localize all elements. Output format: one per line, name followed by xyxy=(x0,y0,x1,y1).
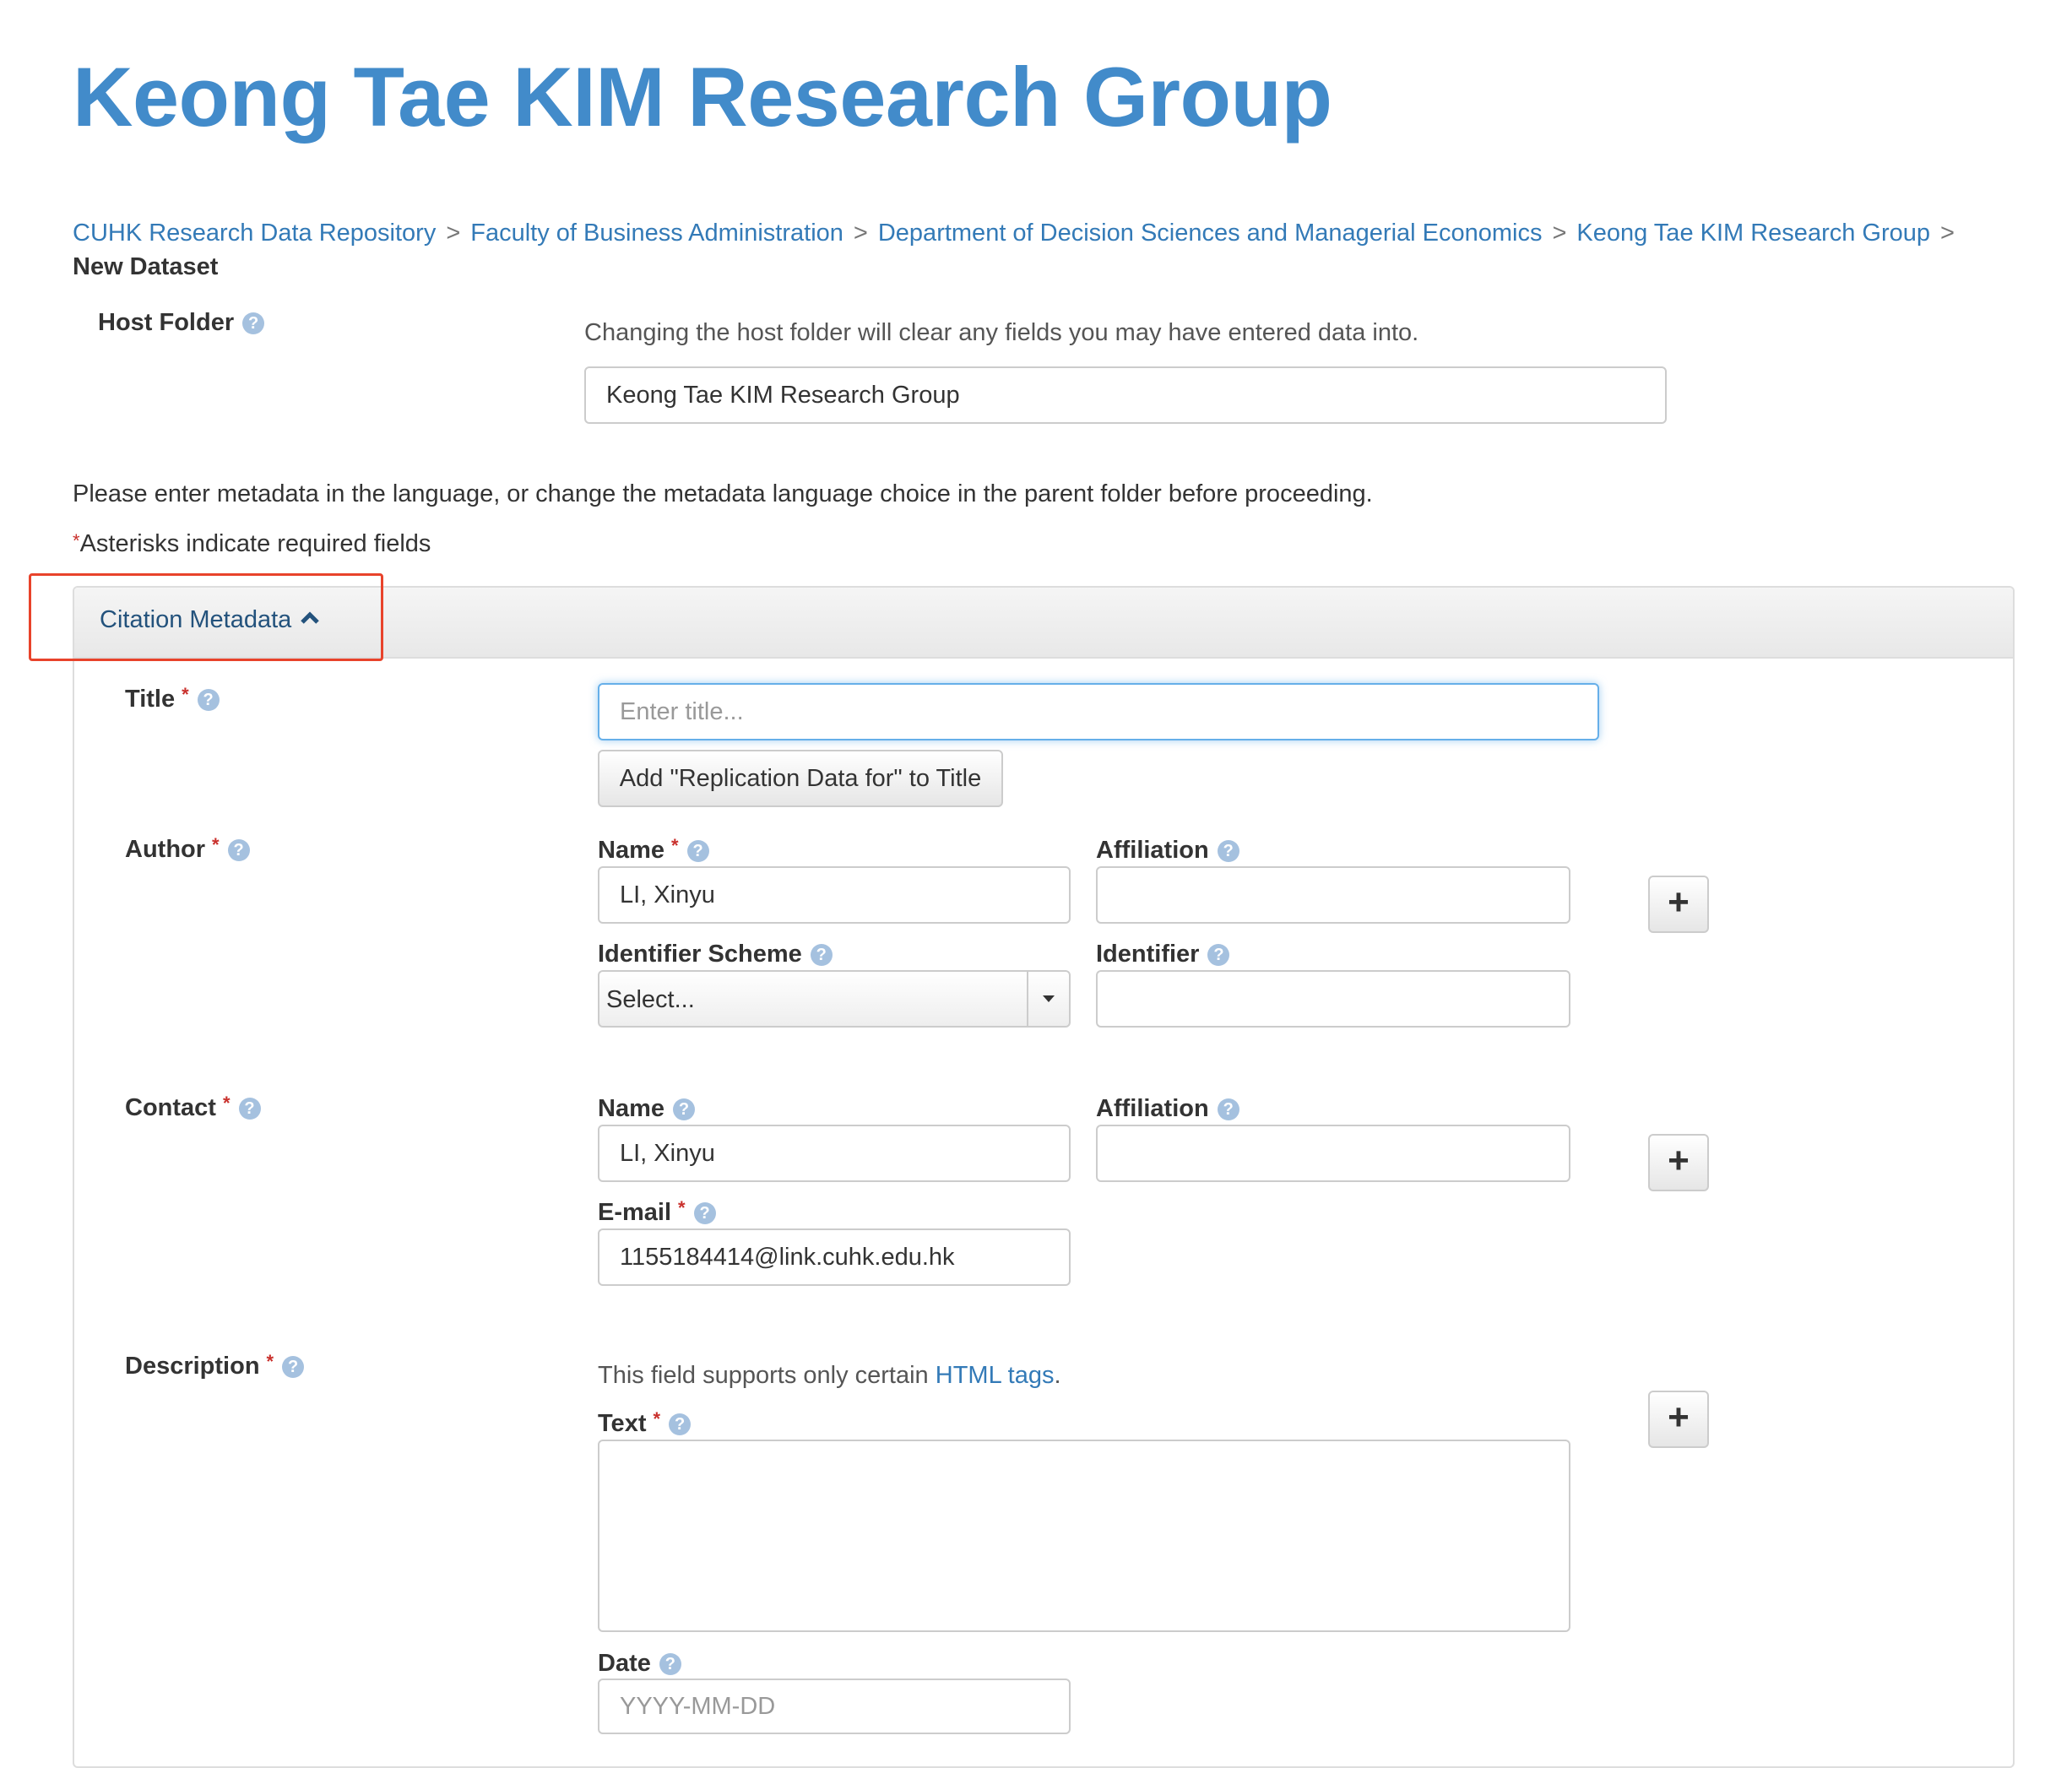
help-icon[interactable]: ? xyxy=(669,1413,692,1435)
help-icon[interactable]: ? xyxy=(227,839,250,861)
host-folder-hint: Changing the host folder will clear any … xyxy=(584,319,1419,346)
title-input[interactable] xyxy=(598,683,1599,740)
help-icon[interactable]: ? xyxy=(282,1356,305,1378)
description-text-area[interactable] xyxy=(598,1440,1570,1632)
description-text-label-text: Text xyxy=(598,1410,647,1437)
brand-title[interactable]: Keong Tae KIM Research Group xyxy=(73,49,1332,145)
required-asterisk: * xyxy=(266,1351,274,1372)
plus-icon: + xyxy=(1668,1140,1690,1181)
author-affiliation-input[interactable] xyxy=(1096,866,1570,924)
breadcrumb-separator: > xyxy=(1940,220,1955,247)
breadcrumb-link-department[interactable]: Department of Decision Sciences and Mana… xyxy=(878,220,1543,247)
description-hint-suffix: . xyxy=(1054,1362,1061,1389)
author-label: Author *? xyxy=(125,834,250,864)
html-tags-link[interactable]: HTML tags xyxy=(936,1362,1055,1389)
contact-affiliation-label-text: Affiliation xyxy=(1096,1095,1209,1122)
contact-name-input[interactable] xyxy=(598,1125,1071,1182)
breadcrumb-link-repository[interactable]: CUHK Research Data Repository xyxy=(73,220,436,247)
identifier-label-text: Identifier xyxy=(1096,941,1200,968)
breadcrumb-separator: > xyxy=(1552,220,1567,247)
help-icon[interactable]: ? xyxy=(197,689,220,711)
contact-affiliation-input[interactable] xyxy=(1096,1125,1570,1182)
description-date-label-text: Date xyxy=(598,1650,651,1677)
description-label: Description *? xyxy=(125,1351,305,1380)
contact-email-input[interactable] xyxy=(598,1228,1071,1286)
contact-label-text: Contact xyxy=(125,1094,216,1121)
help-icon[interactable]: ? xyxy=(1217,840,1239,862)
contact-affiliation-label: Affiliation? xyxy=(1096,1095,1239,1123)
add-author-button[interactable]: + xyxy=(1648,876,1709,933)
title-label-text: Title xyxy=(125,686,176,713)
required-asterisk: * xyxy=(671,835,679,856)
plus-icon: + xyxy=(1668,1397,1690,1438)
contact-email-label: E-mail *? xyxy=(598,1197,716,1227)
identifier-input[interactable] xyxy=(1096,970,1570,1028)
author-affiliation-label: Affiliation? xyxy=(1096,837,1239,865)
host-folder-label: Host Folder? xyxy=(98,309,265,337)
highlight-annotation xyxy=(29,573,383,661)
caret-down-icon xyxy=(1027,972,1069,1026)
identifier-scheme-label: Identifier Scheme? xyxy=(598,941,833,968)
breadcrumb-current: New Dataset xyxy=(73,253,219,280)
author-name-input[interactable] xyxy=(598,866,1071,924)
author-affiliation-label-text: Affiliation xyxy=(1096,837,1209,864)
help-icon[interactable]: ? xyxy=(810,944,833,966)
help-icon[interactable]: ? xyxy=(238,1098,261,1120)
description-label-text: Description xyxy=(125,1353,260,1380)
description-date-label: Date? xyxy=(598,1650,681,1678)
contact-name-label: Name? xyxy=(598,1095,695,1123)
breadcrumb-link-group[interactable]: Keong Tae KIM Research Group xyxy=(1576,220,1930,247)
help-icon[interactable]: ? xyxy=(693,1202,716,1224)
required-asterisk: * xyxy=(678,1197,686,1218)
contact-email-label-text: E-mail xyxy=(598,1199,672,1226)
description-hint-prefix: This field supports only certain xyxy=(598,1362,936,1389)
contact-name-label-text: Name xyxy=(598,1095,664,1122)
required-fields-text: Asterisks indicate required fields xyxy=(79,530,431,557)
description-hint: This field supports only certain HTML ta… xyxy=(598,1362,1061,1390)
breadcrumb-link-faculty[interactable]: Faculty of Business Administration xyxy=(470,220,843,247)
add-contact-button[interactable]: + xyxy=(1648,1134,1709,1191)
identifier-scheme-select[interactable]: Select... xyxy=(598,970,1071,1028)
author-name-label-text: Name xyxy=(598,837,664,864)
required-asterisk: * xyxy=(653,1408,661,1429)
host-folder-label-text: Host Folder xyxy=(98,309,235,336)
required-asterisk: * xyxy=(182,684,189,705)
required-asterisk: * xyxy=(212,834,220,855)
identifier-scheme-label-text: Identifier Scheme xyxy=(598,941,802,968)
breadcrumb: CUHK Research Data Repository > Faculty of… xyxy=(73,216,2006,284)
help-icon[interactable]: ? xyxy=(673,1098,695,1120)
metadata-language-notice: Please enter metadata in the language, o… xyxy=(73,480,1373,507)
author-name-label: Name *? xyxy=(598,835,709,865)
required-fields-notice: *Asterisks indicate required fields xyxy=(73,530,431,558)
identifier-scheme-value: Select... xyxy=(606,986,695,1013)
breadcrumb-separator: > xyxy=(446,220,461,247)
author-label-text: Author xyxy=(125,836,206,863)
host-folder-input[interactable] xyxy=(584,366,1667,424)
help-icon[interactable]: ? xyxy=(1217,1098,1239,1120)
add-replication-data-button[interactable]: Add "Replication Data for" to Title xyxy=(598,750,1003,807)
help-icon[interactable]: ? xyxy=(1207,944,1230,966)
description-date-input[interactable] xyxy=(598,1679,1071,1734)
plus-icon: + xyxy=(1668,881,1690,923)
breadcrumb-separator: > xyxy=(853,220,868,247)
identifier-label: Identifier? xyxy=(1096,941,1230,968)
help-icon[interactable]: ? xyxy=(686,840,709,862)
add-description-button[interactable]: + xyxy=(1648,1391,1709,1448)
required-asterisk: * xyxy=(222,1093,231,1114)
help-icon[interactable]: ? xyxy=(242,312,265,334)
required-asterisk: * xyxy=(73,530,80,551)
help-icon[interactable]: ? xyxy=(659,1653,681,1675)
title-label: Title *? xyxy=(125,684,220,713)
contact-label: Contact *? xyxy=(125,1093,261,1122)
description-text-label: Text *? xyxy=(598,1408,692,1438)
